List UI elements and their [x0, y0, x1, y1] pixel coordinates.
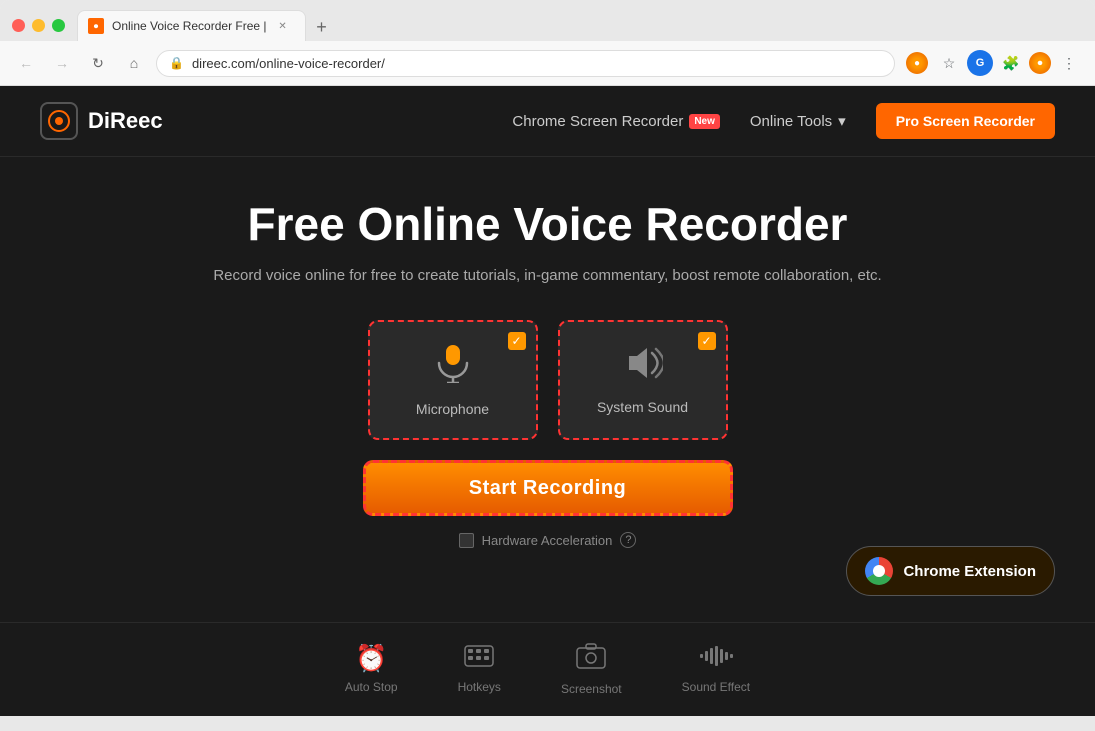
chrome-extension-label: Chrome Extension [903, 563, 1036, 580]
reload-button[interactable]: ↻ [84, 49, 112, 77]
browser-titlebar: Online Voice Recorder Free | ✕ + [0, 0, 1095, 41]
chrome-extension-button[interactable]: Chrome Extension [846, 546, 1055, 596]
back-button[interactable]: ← [12, 49, 40, 77]
home-button[interactable]: ⌂ [120, 49, 148, 77]
sound-effect-item[interactable]: Sound Effect [682, 643, 751, 696]
tab-bar: Online Voice Recorder Free | ✕ + [77, 10, 1083, 41]
hardware-acceleration-checkbox[interactable] [459, 533, 474, 548]
profile-capture-button[interactable]: ● [903, 49, 931, 77]
site-navigation: DiReec Chrome Screen Recorder New Online… [0, 86, 1095, 157]
tab-title: Online Voice Recorder Free | [112, 19, 267, 33]
nav-online-tools-link[interactable]: Online Tools ▾ [750, 112, 846, 130]
screenshot-icon [576, 643, 606, 676]
hotkeys-item[interactable]: Hotkeys [458, 643, 501, 696]
auto-stop-item[interactable]: ⏰ Auto Stop [345, 643, 398, 696]
start-recording-button[interactable]: Start Recording [363, 460, 733, 516]
address-text: direec.com/online-voice-recorder/ [192, 56, 882, 71]
tab-close-button[interactable]: ✕ [275, 18, 291, 34]
microphone-option-card[interactable]: ✓ Microphone [368, 320, 538, 440]
pro-screen-recorder-button[interactable]: Pro Screen Recorder [876, 103, 1055, 139]
address-bar[interactable]: 🔒 direec.com/online-voice-recorder/ [156, 50, 895, 77]
sound-effect-icon [699, 643, 733, 674]
microphone-label: Microphone [416, 401, 489, 417]
recording-btn-wrapper: Start Recording [20, 460, 1075, 516]
system-sound-icon [623, 345, 663, 389]
chrome-logo-icon [865, 557, 893, 585]
hotkeys-label: Hotkeys [458, 680, 501, 694]
toolbar-actions: ● ☆ G 🧩 ⏺ ⋮ [903, 49, 1083, 77]
hero-title: Free Online Voice Recorder [20, 197, 1075, 251]
hardware-acceleration-label: Hardware Acceleration [482, 533, 613, 548]
window-controls [12, 19, 65, 32]
recording-options: ✓ Microphone ✓ [20, 320, 1075, 440]
hero-subtitle: Record voice online for free to create t… [20, 267, 1075, 284]
direec-extension-icon[interactable]: ⏺ [1029, 52, 1051, 74]
menu-button[interactable]: ⋮ [1055, 49, 1083, 77]
sound-effect-label: Sound Effect [682, 680, 751, 694]
system-sound-label: System Sound [597, 399, 688, 415]
screenshot-label: Screenshot [561, 682, 622, 696]
browser-tab-active[interactable]: Online Voice Recorder Free | ✕ [77, 10, 306, 41]
forward-button[interactable]: → [48, 49, 76, 77]
window-maximize-button[interactable] [52, 19, 65, 32]
nav-links: Chrome Screen Recorder New Online Tools … [512, 112, 845, 130]
tab-favicon [88, 18, 104, 34]
logo-text: DiReec [88, 108, 163, 134]
new-badge: New [689, 114, 720, 129]
microphone-checkbox[interactable]: ✓ [508, 332, 526, 350]
bookmark-button[interactable]: ☆ [935, 49, 963, 77]
browser-chrome: Online Voice Recorder Free | ✕ + ← → ↻ ⌂… [0, 0, 1095, 86]
website-content: DiReec Chrome Screen Recorder New Online… [0, 86, 1095, 716]
screenshot-item[interactable]: Screenshot [561, 643, 622, 696]
system-sound-option-card[interactable]: ✓ System Sound [558, 320, 728, 440]
hardware-acceleration-help-icon[interactable]: ? [620, 532, 636, 548]
system-sound-checkbox[interactable]: ✓ [698, 332, 716, 350]
nav-screen-recorder-link[interactable]: Chrome Screen Recorder New [512, 113, 719, 130]
screen-capture-icon: ● [906, 52, 928, 74]
extensions-button[interactable]: 🧩 [997, 49, 1025, 77]
bottom-icons-bar: ⏰ Auto Stop Hotkeys [0, 622, 1095, 716]
lock-icon: 🔒 [169, 56, 184, 70]
logo-icon [40, 102, 78, 140]
new-tab-button[interactable]: + [308, 13, 336, 41]
auto-stop-icon: ⏰ [355, 643, 387, 674]
logo-icon-inner [48, 110, 70, 132]
window-close-button[interactable] [12, 19, 25, 32]
hero-section: Free Online Voice Recorder Record voice … [0, 157, 1095, 588]
hotkeys-icon [464, 643, 494, 674]
auto-stop-label: Auto Stop [345, 680, 398, 694]
microphone-icon [435, 343, 471, 391]
browser-toolbar: ← → ↻ ⌂ 🔒 direec.com/online-voice-record… [0, 41, 1095, 86]
logo-area: DiReec [40, 102, 163, 140]
window-minimize-button[interactable] [32, 19, 45, 32]
user-profile-button[interactable]: G [967, 50, 993, 76]
chevron-down-icon: ▾ [838, 112, 846, 130]
